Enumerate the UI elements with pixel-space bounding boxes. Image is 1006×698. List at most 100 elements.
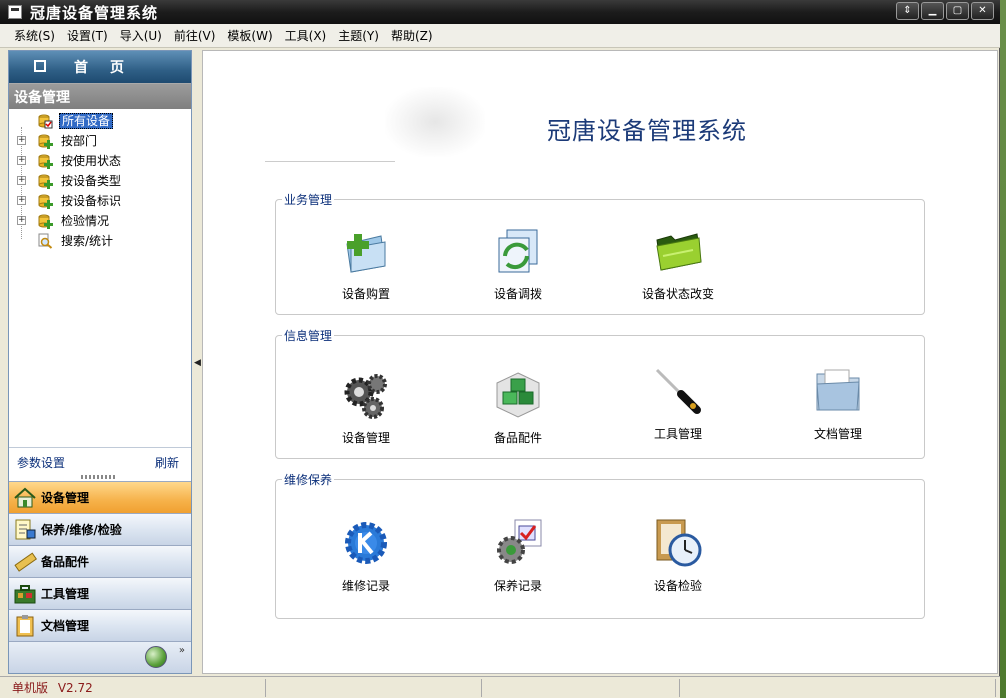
restore-down-icon[interactable]: ⇕	[896, 2, 919, 20]
tree-item-label: 按使用状态	[61, 154, 122, 168]
tile-label: 工具管理	[653, 427, 702, 441]
tile-label: 文档管理	[813, 427, 862, 441]
tree-item-by-department[interactable]: + 按部门	[9, 131, 191, 151]
home-label: 首页	[74, 60, 146, 76]
expand-plus-icon[interactable]: +	[17, 196, 26, 205]
tile-device-inspection[interactable]: 设备检验	[628, 518, 728, 594]
status-cell-4	[680, 678, 996, 697]
expand-plus-icon[interactable]: +	[17, 136, 26, 145]
status-cell-2	[266, 678, 482, 697]
menu-goto[interactable]: 前往(V)	[168, 27, 222, 44]
nav-spare-parts[interactable]: 备品配件	[9, 545, 191, 577]
toolbox-icon	[14, 584, 36, 603]
menu-tools[interactable]: 工具(X)	[279, 27, 333, 44]
nav-tool-management[interactable]: 工具管理	[9, 577, 191, 609]
group-maintenance: 维修保养 维修记录 保养记录 设备检验	[275, 471, 925, 619]
chevron-down-icon[interactable]: »	[179, 646, 185, 656]
expand-plus-icon[interactable]: +	[17, 156, 26, 165]
tile-label: 维修记录	[341, 579, 390, 593]
desktop-background	[1000, 0, 1006, 698]
maintenance-check-icon	[497, 519, 542, 564]
nav-device-management[interactable]: 设备管理	[9, 481, 191, 513]
ruler-icon	[14, 552, 37, 572]
tree-item-label: 按设备标识	[61, 194, 122, 208]
nav-label: 保养/维修/检验	[41, 523, 122, 537]
tree-item-label: 搜索/统计	[61, 234, 114, 248]
refresh-link[interactable]: 刷新	[155, 454, 179, 473]
menu-theme[interactable]: 主题(Y)	[332, 27, 385, 44]
tile-device-purchase[interactable]: 设备购置	[316, 226, 416, 302]
tree-item-by-type[interactable]: + 按设备类型	[9, 171, 191, 191]
status-bar: 单机版 V2.72	[0, 676, 1000, 698]
tile-device-transfer[interactable]: 设备调拨	[468, 226, 568, 302]
menu-settings[interactable]: 设置(T)	[61, 27, 114, 44]
status-version: 单机版 V2.72	[0, 678, 266, 697]
tree-item-inspection[interactable]: + 检验情况	[9, 211, 191, 231]
nav-maintenance[interactable]: 保养/维修/检验	[9, 513, 191, 545]
tile-tool-management[interactable]: 工具管理	[628, 366, 728, 442]
tile-device-management[interactable]: 设备管理	[316, 370, 416, 446]
menu-bar: 系统(S) 设置(T) 导入(U) 前往(V) 模板(W) 工具(X) 主题(Y…	[0, 24, 1000, 48]
home-button[interactable]: 首页	[9, 51, 191, 83]
title-underline	[265, 161, 395, 162]
app-window: 冠唐设备管理系统 ⇕ ▁ ▢ ✕ 系统(S) 设置(T) 导入(U) 前往(V)…	[0, 0, 1000, 698]
globe-icon[interactable]	[145, 646, 167, 668]
document-folder-icon	[816, 369, 860, 411]
nav-document-management[interactable]: 文档管理	[9, 609, 191, 641]
module-nav: 设备管理 保养/维修/检验 备品配件 工具管理 文档管理	[9, 481, 191, 641]
close-button[interactable]: ✕	[971, 2, 994, 20]
tile-label: 备品配件	[493, 431, 542, 445]
tile-label: 保养记录	[493, 579, 542, 593]
menu-template[interactable]: 模板(W)	[221, 27, 278, 44]
magnifier-doc-icon	[38, 233, 53, 249]
page-title: 冠唐设备管理系统	[547, 117, 747, 145]
home-square-icon	[34, 60, 46, 72]
house-icon	[14, 487, 36, 507]
tile-maintenance-records[interactable]: 保养记录	[468, 518, 568, 594]
main-content: 冠唐设备管理系统 业务管理 设备购置 设备调拨 设备状态改变 信息管理 设备管理…	[202, 50, 998, 674]
menu-help[interactable]: 帮助(Z)	[385, 27, 439, 44]
tree-item-label: 所有设备	[59, 113, 114, 129]
maximize-button[interactable]: ▢	[946, 2, 969, 20]
tree-item-by-status[interactable]: + 按使用状态	[9, 151, 191, 171]
group-title: 维修保养	[282, 471, 335, 488]
group-title: 业务管理	[282, 191, 335, 208]
sidebar-footer: 参数设置 刷新	[9, 447, 191, 473]
db-add-icon	[38, 134, 53, 149]
tile-document-management[interactable]: 文档管理	[788, 366, 888, 442]
tile-device-status-change[interactable]: 设备状态改变	[628, 226, 728, 302]
nav-label: 设备管理	[41, 491, 90, 505]
tree-item-all-devices[interactable]: 所有设备	[9, 111, 191, 131]
vertical-splitter[interactable]: ◀	[193, 50, 201, 674]
minimize-button[interactable]: ▁	[921, 2, 944, 20]
cubes-icon	[496, 372, 540, 418]
group-title: 信息管理	[282, 327, 335, 344]
params-settings-link[interactable]: 参数设置	[17, 454, 65, 473]
version-label: V2.72	[57, 680, 93, 695]
panel-splitter-grip[interactable]	[81, 475, 117, 479]
tree-item-search-stats[interactable]: 搜索/统计	[9, 231, 191, 251]
expand-plus-icon[interactable]: +	[17, 176, 26, 185]
green-folder-icon	[656, 233, 702, 271]
clipboard-icon	[16, 614, 34, 636]
group-information: 信息管理 设备管理 备品配件 工具管理 文档管理	[275, 327, 925, 459]
tile-spare-parts[interactable]: 备品配件	[468, 370, 568, 446]
tile-label: 设备购置	[341, 287, 390, 301]
menu-import[interactable]: 导入(U)	[114, 27, 168, 44]
nav-label: 备品配件	[41, 555, 90, 569]
sidebar: 首页 设备管理 所有设备 + 按部门 + 按使用状态 + 按设备类型 + 按设备…	[8, 50, 192, 674]
app-icon[interactable]	[8, 5, 22, 19]
tree-item-label: 检验情况	[61, 214, 110, 228]
db-add-icon	[38, 214, 53, 229]
db-add-icon	[38, 154, 53, 169]
tile-label: 设备管理	[341, 431, 390, 445]
device-tree: 所有设备 + 按部门 + 按使用状态 + 按设备类型 + 按设备标识 + 检验情…	[9, 109, 191, 445]
expand-plus-icon[interactable]: +	[17, 216, 26, 225]
folder-add-icon	[346, 234, 386, 273]
tree-item-by-tag[interactable]: + 按设备标识	[9, 191, 191, 211]
menu-system[interactable]: 系统(S)	[8, 27, 61, 44]
tile-repair-records[interactable]: 维修记录	[316, 518, 416, 594]
window-title: 冠唐设备管理系统	[30, 3, 159, 22]
db-check-icon	[38, 114, 53, 129]
collapse-left-icon[interactable]: ◀	[194, 358, 201, 368]
